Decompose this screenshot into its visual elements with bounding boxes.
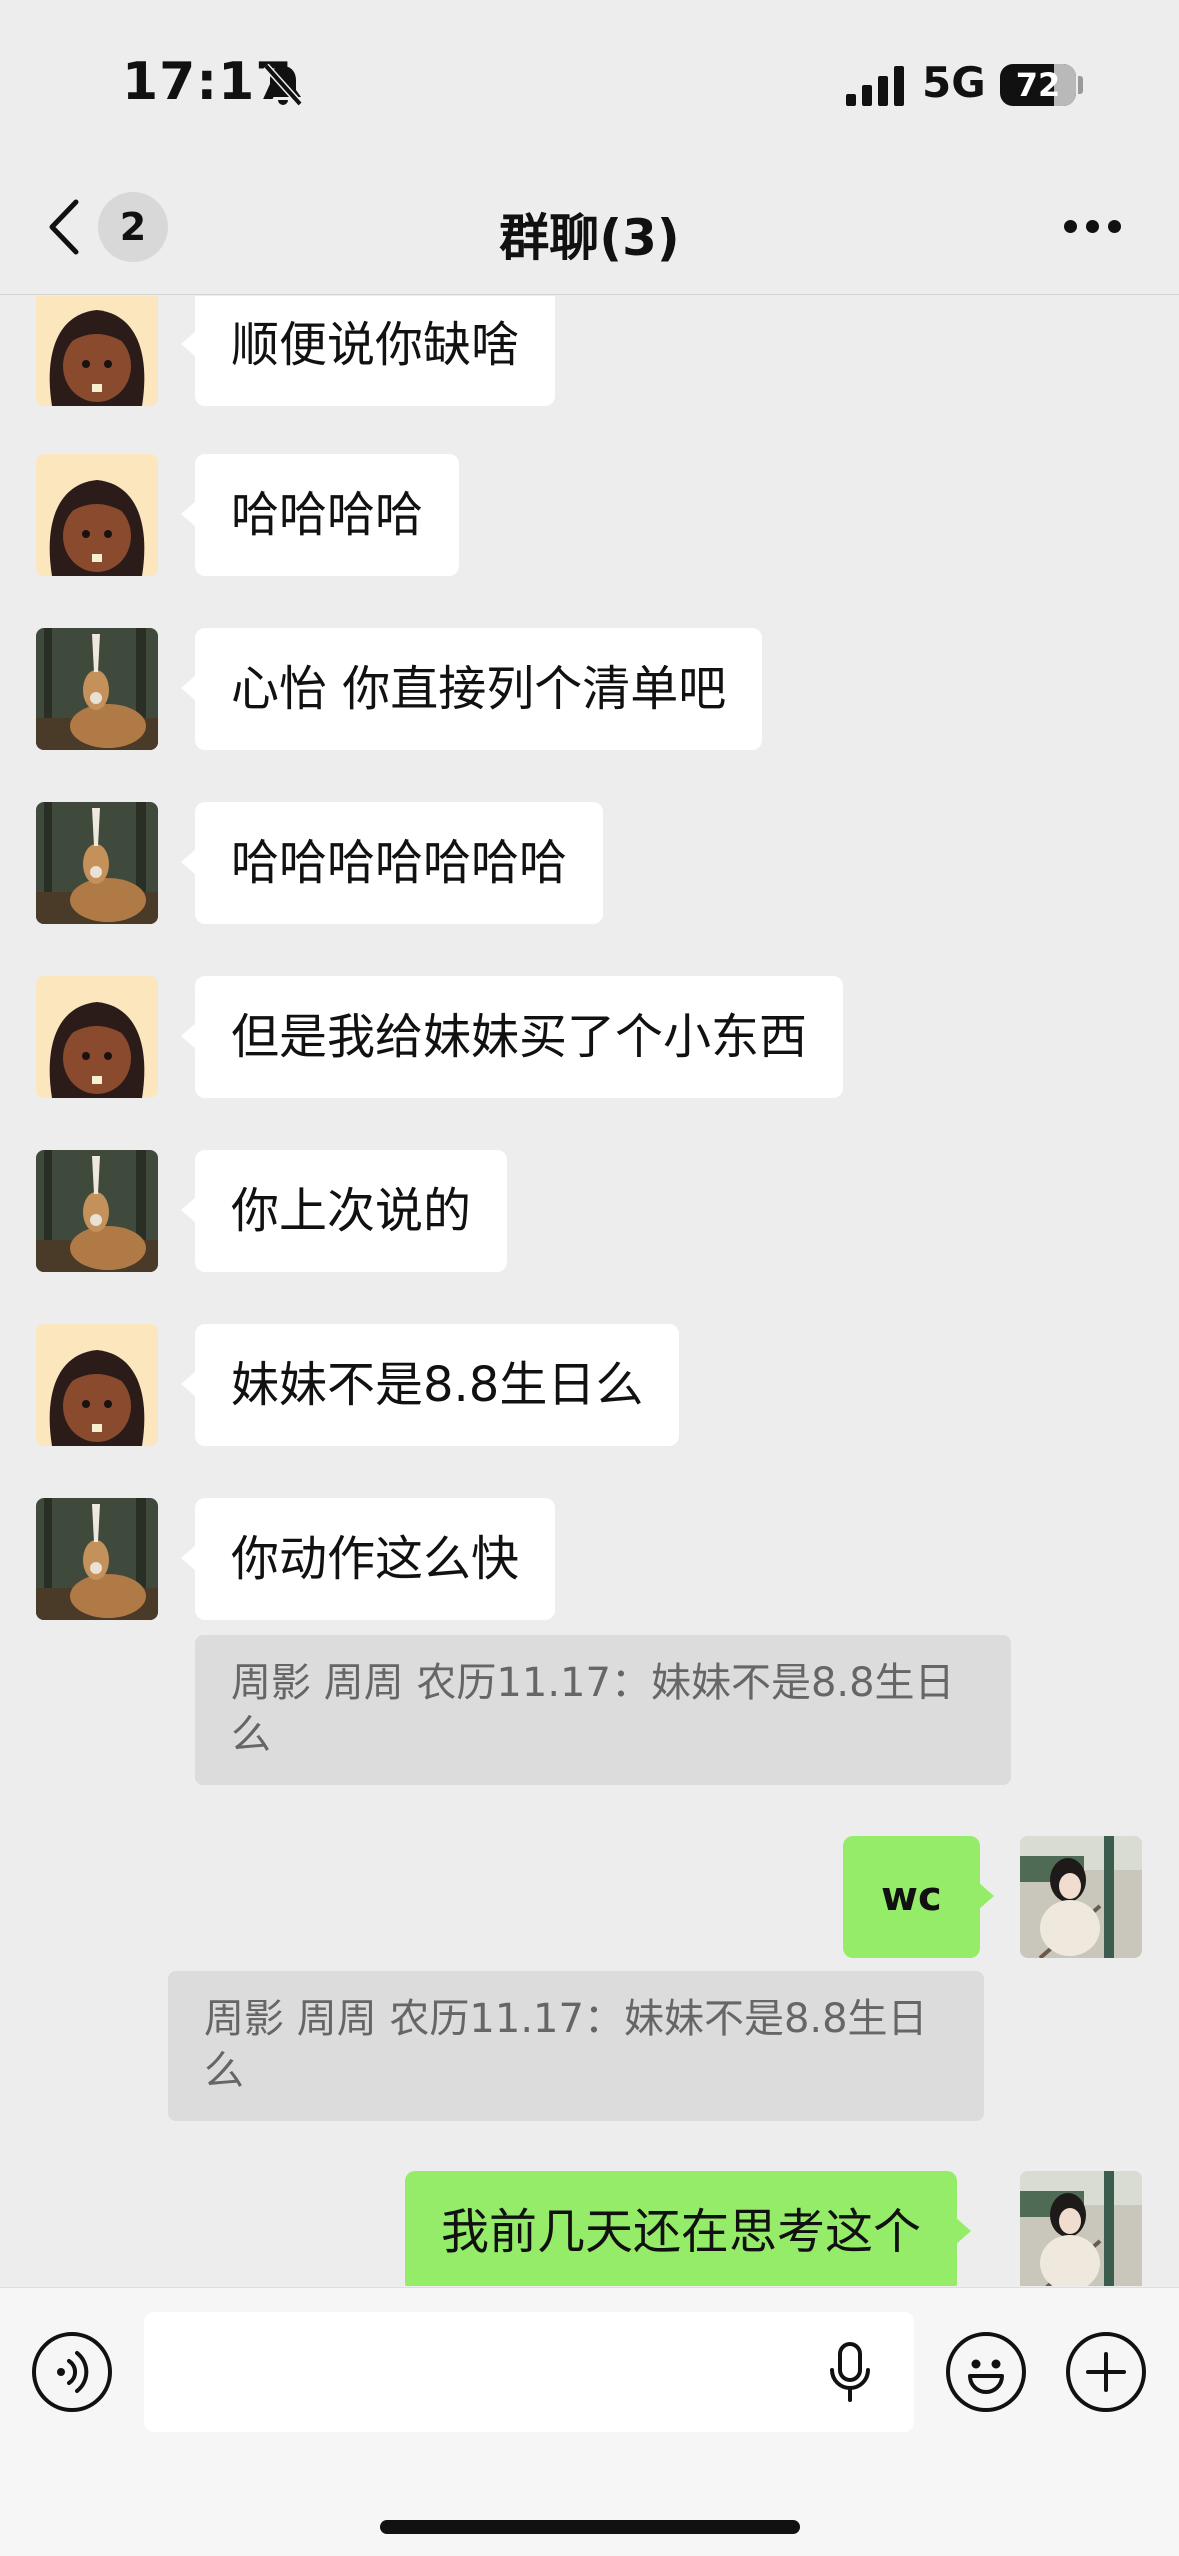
voice-input-icon[interactable] [32,2332,112,2412]
battery-cap [1078,76,1083,94]
message-bubble[interactable]: 心怡 你直接列个清单吧 [180,628,763,750]
battery-icon: 72 [1000,64,1076,106]
message-input[interactable] [144,2312,914,2432]
network-type: 5G [922,58,986,107]
input-bar [0,2287,1179,2556]
girl-avatar[interactable] [36,1324,158,1446]
message-bubble[interactable]: 你上次说的 [180,1150,508,1272]
quoted-message[interactable]: 周影 周周 农历11.17：妹妹不是8.8生日么 [195,1635,1011,1785]
status-bar: 17:17 5G 72 [0,0,1179,170]
message-bubble[interactable]: 你动作这么快 [180,1498,556,1620]
chat-header: 2 群聊(3) [0,170,1179,295]
quoted-message[interactable]: 周影 周周 农历11.17：妹妹不是8.8生日么 [168,1971,984,2121]
more-options-icon[interactable] [1064,220,1122,234]
girl-avatar[interactable] [36,454,158,576]
bell-muted-icon [263,63,303,107]
message-bubble[interactable]: 顺便说你缺啥 [180,296,556,406]
deer-avatar[interactable] [36,1498,158,1620]
girl-avatar[interactable] [36,296,158,406]
message-bubble-self[interactable]: 我前几天还在思考这个 [405,2171,972,2286]
message-bubble[interactable]: 哈哈哈哈哈哈哈 [180,802,604,924]
self-avatar[interactable] [1020,2171,1142,2286]
chat-title: 群聊(3) [499,209,680,267]
emoji-icon[interactable] [946,2332,1026,2412]
self-avatar[interactable] [1020,1836,1142,1958]
message-bubble[interactable]: 但是我给妹妹买了个小东西 [180,976,844,1098]
message-bubble[interactable]: 妹妹不是8.8生日么 [180,1324,680,1446]
add-more-icon[interactable] [1066,2332,1146,2412]
message-list[interactable]: 顺便说你缺啥 哈哈哈哈 心怡 你直接列个清单吧 哈哈哈哈哈哈哈 但是我给妹妹买了… [0,296,1179,2286]
deer-avatar[interactable] [36,1150,158,1272]
message-bubble-self[interactable]: wc [843,1836,994,1958]
deer-avatar[interactable] [36,802,158,924]
signal-icon [846,66,904,106]
girl-avatar[interactable] [36,976,158,1098]
deer-avatar[interactable] [36,628,158,750]
microphone-icon[interactable] [824,2340,876,2404]
home-indicator[interactable] [380,2520,800,2534]
message-bubble[interactable]: 哈哈哈哈 [180,454,460,576]
battery-level: 72 [1015,66,1061,104]
